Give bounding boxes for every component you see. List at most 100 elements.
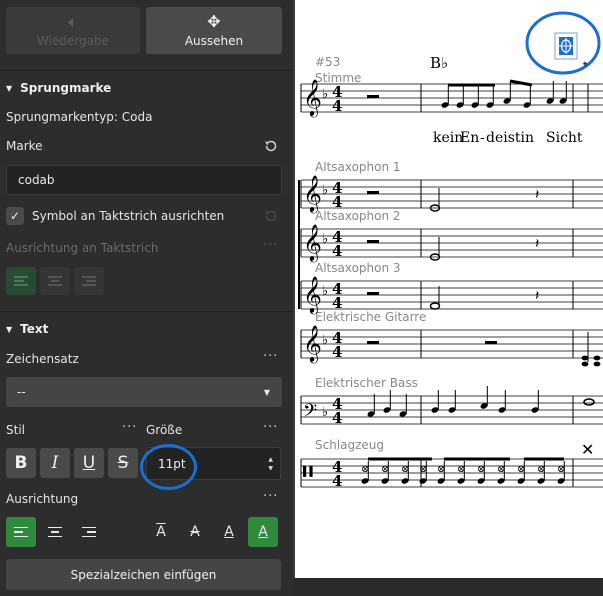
lyric-syllable[interactable]: En [460, 130, 479, 146]
score-page[interactable]: #53 B♭ 𝄌 Stimme Altsaxophon 1 Altsaxopho… [295, 0, 603, 578]
crash-cymbal: ✕ [581, 440, 594, 459]
rest [485, 341, 497, 344]
percussion-clef: 𝄥 [303, 453, 313, 491]
treble-clef: 𝄞 [303, 223, 322, 262]
coda-symbol[interactable] [554, 32, 578, 60]
marker-input[interactable]: codab [6, 165, 282, 195]
lyric-syllable[interactable]: deistin [486, 130, 534, 146]
key-flat: ♭ [322, 405, 328, 420]
note-head [593, 361, 601, 367]
font-label: Zeichensatz [6, 352, 79, 366]
underline-button[interactable]: U [74, 448, 104, 478]
rest [367, 292, 379, 295]
key-flat: ♭ [322, 183, 328, 198]
more-options-icon[interactable]: ··· [263, 349, 278, 364]
score-view[interactable]: #53 B♭ 𝄌 Stimme Altsaxophon 1 Altsaxopho… [293, 0, 603, 596]
size-label: Größe [146, 423, 183, 437]
instrument-name: Altsaxophon 1 [315, 160, 401, 174]
more-options-icon[interactable]: ··· [263, 489, 278, 504]
treble-clef: 𝄞 [303, 78, 322, 117]
quarter-rest: 𝄽 [535, 187, 539, 203]
italic-button[interactable]: I [40, 448, 70, 478]
note-head [581, 361, 589, 367]
align-baseline-button[interactable]: A [214, 517, 244, 547]
bold-button[interactable]: B [6, 448, 36, 478]
quarter-rest: 𝄽 [535, 288, 539, 304]
tab-playback-label: Wiedergabe [36, 33, 109, 48]
time-signature-bottom: 4 [332, 193, 342, 211]
align-right-button[interactable] [74, 517, 104, 547]
align-top-button[interactable]: A [146, 517, 176, 547]
instrument-name: Schlagzeug [315, 438, 384, 452]
score-canvas[interactable]: #53 B♭ 𝄌 Stimme Altsaxophon 1 Altsaxopho… [295, 0, 603, 578]
font-dropdown[interactable]: -- ▼ [6, 377, 282, 407]
move-arrows-icon: ✥ [207, 11, 221, 31]
tab-appearance[interactable]: ✥ Aussehen [146, 7, 282, 54]
section-jump-header[interactable]: ▼ Sprungmarke [6, 81, 111, 95]
align-left-barline-button[interactable] [6, 267, 36, 295]
chord-symbol[interactable]: B♭ [430, 54, 448, 72]
align-center-barline-button[interactable] [40, 267, 70, 295]
treble-clef: 𝄞 [303, 174, 322, 213]
time-signature-bottom: 4 [332, 242, 342, 260]
more-options-icon[interactable]: ··· [263, 238, 278, 253]
align-center-button[interactable] [40, 517, 70, 547]
quarter-rest: 𝄽 [535, 236, 539, 252]
divider [0, 311, 293, 312]
whole-note [583, 398, 595, 406]
half-note [429, 302, 441, 310]
align-left-button[interactable] [6, 517, 36, 547]
instrument-name: Altsaxophon 3 [315, 261, 401, 275]
measure-number: #53 [315, 55, 340, 69]
instrument-name: Elektrische Gitarre [315, 310, 426, 324]
more-options-icon[interactable]: ··· [263, 420, 278, 435]
key-flat: ♭ [322, 333, 328, 348]
lyric-syllable[interactable]: - [480, 130, 485, 146]
rest [367, 240, 379, 243]
alignment-label: Ausrichtung [6, 492, 79, 506]
lyric-syllable[interactable]: Sicht [546, 130, 583, 146]
more-options-icon[interactable]: ··· [122, 420, 137, 435]
font-dropdown-value: -- [17, 385, 26, 399]
checkmark-icon: ✓ [9, 209, 21, 223]
annotation-circle [140, 444, 197, 490]
time-signature-bottom: 4 [332, 294, 342, 312]
section-text-header[interactable]: ▼ Text [6, 322, 48, 336]
key-flat: ♭ [322, 87, 328, 102]
treble-clef: 𝄞 [303, 324, 322, 363]
status-bar [293, 578, 603, 596]
key-flat: ♭ [322, 232, 328, 247]
align-barline-label: Ausrichtung an Taktstrich [6, 241, 159, 255]
tab-playback[interactable]: 🔈︎ Wiedergabe [6, 7, 140, 54]
insert-special-characters-button[interactable]: Spezialzeichen einfügen [6, 559, 281, 590]
reset-icon-disabled [265, 210, 277, 222]
time-signature-bottom: 4 [332, 409, 342, 427]
divider [0, 70, 293, 71]
instrument-name: Altsaxophon 2 [315, 209, 401, 223]
key-flat: ♭ [322, 284, 328, 299]
time-signature-bottom: 4 [332, 472, 342, 490]
strikethrough-button[interactable]: S [108, 448, 138, 478]
marker-label: Marke [6, 139, 43, 153]
time-signature-bottom: 4 [332, 343, 342, 361]
bass-clef: 𝄢 [303, 401, 317, 426]
align-right-barline-button[interactable] [74, 267, 104, 295]
align-bottom-button[interactable]: A [248, 517, 278, 547]
lyric-syllable[interactable]: kein [433, 130, 463, 146]
properties-panel: 🔈︎ Wiedergabe ✥ Aussehen ▼ Sprungmarke Sp… [0, 0, 293, 596]
speaker-icon: 🔈︎ [68, 11, 78, 31]
style-label: Stil [6, 423, 25, 437]
jump-type-label: Sprungmarkentyp: Coda [6, 110, 153, 124]
treble-clef: 𝄞 [303, 275, 322, 314]
chevron-down-icon: ▼ [263, 387, 270, 397]
rest [367, 191, 379, 194]
instrument-name: Elektrischer Bass [315, 376, 418, 390]
align-symbol-checkbox[interactable]: ✓ [6, 207, 24, 225]
collapse-triangle-icon: ▼ [6, 84, 13, 93]
align-middle-button[interactable]: A [180, 517, 210, 547]
note-head [593, 355, 601, 361]
reset-icon[interactable] [263, 138, 279, 154]
spin-arrows-icon[interactable]: ▲ ▼ [268, 455, 273, 473]
rest [367, 95, 379, 98]
align-symbol-label: Symbol an Taktstrich ausrichten [32, 209, 225, 223]
